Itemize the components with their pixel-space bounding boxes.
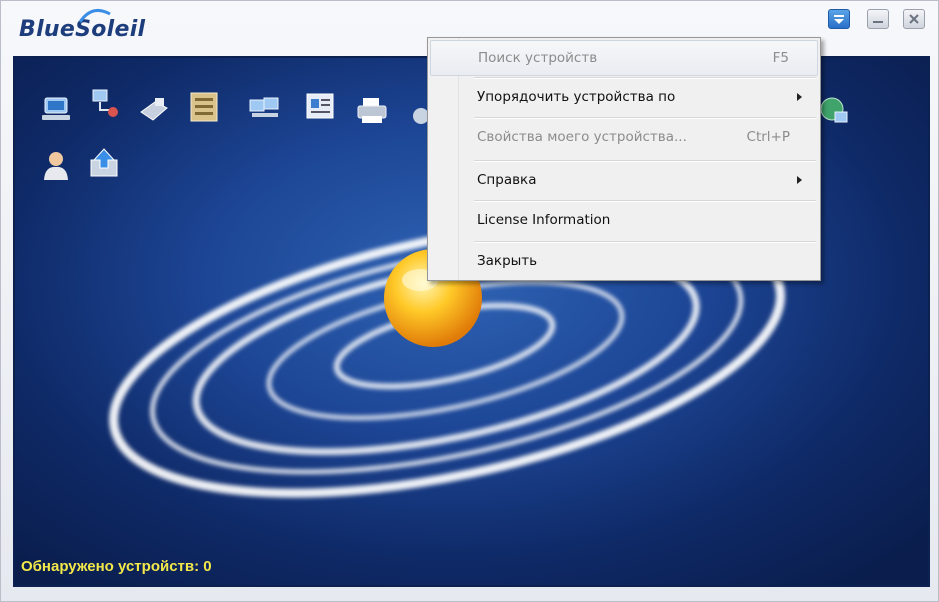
- menu-item-help[interactable]: Справка: [430, 163, 818, 199]
- business-card-icon[interactable]: [303, 90, 337, 124]
- dropdown-menu-icon: [834, 15, 844, 24]
- fax-icon[interactable]: [137, 92, 171, 126]
- minimize-button[interactable]: [867, 9, 889, 29]
- menu-item-label: Закрыть: [477, 253, 538, 269]
- user-icon[interactable]: [39, 148, 73, 182]
- menu-item-label: Свойства моего устройства...: [477, 129, 687, 145]
- menu-dropdown-button[interactable]: [828, 9, 850, 29]
- menu-separator: [474, 77, 816, 79]
- menu-item-label: Справка: [477, 172, 537, 188]
- bluesoleil-window: BlueSoleil Обнаружено устройств: 0 Поиск…: [0, 0, 939, 602]
- menu-item-label: License Information: [477, 212, 611, 228]
- file-transfer-icon[interactable]: [187, 90, 221, 124]
- minimize-icon: [873, 21, 883, 23]
- logo-arc-icon: [78, 8, 111, 23]
- printer-icon[interactable]: [355, 94, 389, 128]
- menu-item-label: Поиск устройств: [478, 50, 598, 66]
- menu-item-my-device-properties[interactable]: Свойства моего устройства... Ctrl+P: [430, 120, 818, 156]
- menu-separator: [474, 200, 816, 202]
- devices-found-status: Обнаружено устройств: 0: [21, 558, 212, 575]
- menu-item-label: Упорядочить устройства по: [477, 89, 676, 105]
- menu-separator: [474, 117, 816, 119]
- desktop-computers-icon[interactable]: [247, 92, 281, 126]
- submenu-arrow-icon: [797, 176, 802, 184]
- menu-separator: [474, 241, 816, 243]
- menu-item-sort-devices[interactable]: Упорядочить устройства по: [430, 80, 818, 116]
- close-icon: [909, 14, 919, 24]
- close-button[interactable]: [903, 9, 925, 29]
- menu-item-shortcut: Ctrl+P: [746, 129, 790, 145]
- network-access-icon[interactable]: [39, 92, 73, 126]
- menu-separator: [474, 160, 816, 162]
- menu-item-close[interactable]: Закрыть: [430, 244, 818, 280]
- context-menu: Поиск устройств F5 Упорядочить устройств…: [427, 37, 821, 281]
- menu-item-search-devices[interactable]: Поиск устройств F5: [430, 40, 818, 76]
- lan-connection-icon[interactable]: [87, 88, 121, 122]
- submenu-arrow-icon: [797, 93, 802, 101]
- menu-item-shortcut: F5: [772, 50, 789, 66]
- menu-item-license-information[interactable]: License Information: [430, 203, 818, 239]
- upload-icon[interactable]: [87, 146, 121, 180]
